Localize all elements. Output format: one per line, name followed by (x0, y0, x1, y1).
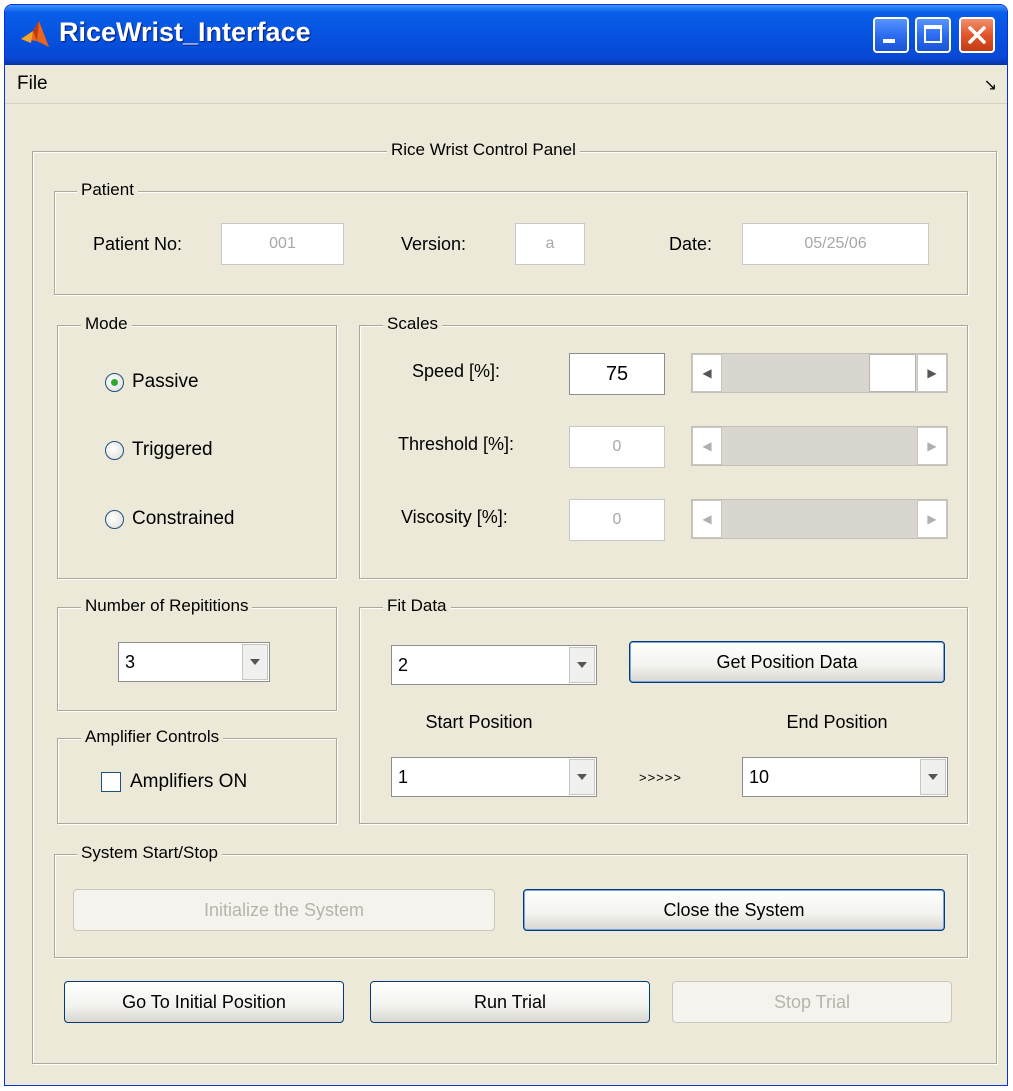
repetitions-dropdown[interactable]: 3 (118, 642, 270, 682)
dropdown-value: 2 (398, 655, 409, 675)
slider-right-arrow-icon[interactable]: ▶ (917, 354, 947, 392)
patient-panel-title: Patient (77, 180, 138, 200)
amplifiers-on-checkbox[interactable]: Amplifiers ON (101, 771, 247, 793)
app-window: RiceWrist_Interface File ↘ Rice Wrist Co… (4, 4, 1008, 1086)
minimize-icon (883, 39, 895, 43)
checkbox-label: Amplifiers ON (130, 771, 248, 792)
start-position-dropdown[interactable]: 1 (391, 757, 597, 797)
control-panel-title: Rice Wrist Control Panel (387, 140, 580, 160)
initialize-system-button[interactable]: Initialize the System (73, 889, 495, 931)
close-system-button[interactable]: Close the System (523, 889, 945, 931)
range-arrows: >>>>> (639, 770, 682, 785)
dropdown-value: 1 (398, 767, 409, 787)
end-position-label: End Position (786, 712, 888, 732)
close-button[interactable] (959, 17, 995, 53)
chevron-down-icon[interactable] (569, 759, 595, 795)
threshold-slider[interactable]: ◀ ▶ (691, 426, 948, 466)
checkbox[interactable] (101, 772, 121, 792)
viscosity-field[interactable]: 0 (569, 499, 665, 541)
chevron-down-icon[interactable] (242, 644, 268, 680)
stop-trial-button[interactable]: Stop Trial (672, 981, 952, 1023)
mode-option-constrained[interactable]: Constrained (105, 508, 234, 530)
chevron-down-icon[interactable] (920, 759, 946, 795)
minimize-button[interactable] (873, 17, 909, 53)
threshold-field[interactable]: 0 (569, 426, 665, 468)
date-field[interactable]: 05/25/06 (742, 223, 929, 265)
system-panel-title: System Start/Stop (77, 843, 222, 863)
dropdown-value: 3 (125, 652, 136, 672)
fit-data-panel-title: Fit Data (383, 596, 451, 616)
mode-option-label: Triggered (132, 439, 213, 460)
end-position-dropdown[interactable]: 10 (742, 757, 948, 797)
viscosity-label: Viscosity [%]: (401, 507, 508, 527)
mode-option-passive[interactable]: Passive (105, 371, 199, 393)
mode-option-label: Passive (132, 371, 199, 392)
viscosity-slider[interactable]: ◀ ▶ (691, 499, 948, 539)
close-icon (968, 26, 986, 44)
slider-right-arrow-icon[interactable]: ▶ (917, 500, 947, 538)
patient-no-field[interactable]: 001 (221, 223, 344, 265)
slider-right-arrow-icon[interactable]: ▶ (917, 427, 947, 465)
mode-option-label: Constrained (132, 508, 235, 529)
repetitions-panel-title: Number of Repititions (81, 596, 253, 616)
speed-slider[interactable]: ◀ ▶ (691, 353, 948, 393)
scales-panel-title: Scales (383, 314, 443, 334)
go-to-initial-position-button[interactable]: Go To Initial Position (64, 981, 344, 1023)
start-position-label: Start Position (425, 712, 533, 732)
dock-arrow-icon[interactable]: ↘ (984, 75, 997, 95)
version-field[interactable]: a (515, 223, 585, 265)
title-bar[interactable]: RiceWrist_Interface (5, 5, 1007, 65)
radio-button[interactable] (105, 372, 124, 392)
get-position-data-button[interactable]: Get Position Data (629, 641, 945, 683)
slider-left-arrow-icon[interactable]: ◀ (692, 427, 722, 465)
slider-left-arrow-icon[interactable]: ◀ (692, 500, 722, 538)
dropdown-value: 10 (749, 767, 770, 787)
speed-field[interactable]: 75 (569, 353, 665, 395)
radio-button[interactable] (105, 440, 124, 460)
radio-button[interactable] (105, 509, 124, 529)
patient-no-label: Patient No: (93, 234, 183, 254)
matlab-logo-icon (21, 21, 49, 47)
chevron-down-icon[interactable] (569, 647, 595, 683)
amplifier-panel-title: Amplifier Controls (81, 727, 224, 747)
slider-left-arrow-icon[interactable]: ◀ (692, 354, 722, 392)
fit-data-dropdown[interactable]: 2 (391, 645, 597, 685)
menu-bar: File ↘ (5, 65, 1007, 104)
run-trial-button[interactable]: Run Trial (370, 981, 650, 1023)
slider-thumb[interactable] (869, 354, 916, 392)
version-label: Version: (401, 234, 467, 254)
speed-label: Speed [%]: (412, 361, 501, 381)
maximize-icon (924, 25, 942, 43)
threshold-label: Threshold [%]: (398, 434, 515, 454)
window-title: RiceWrist_Interface (59, 17, 311, 47)
menu-file[interactable]: File (17, 73, 48, 95)
mode-option-triggered[interactable]: Triggered (105, 439, 213, 461)
mode-panel-title: Mode (81, 314, 132, 334)
date-label: Date: (669, 234, 713, 254)
maximize-button[interactable] (915, 17, 951, 53)
